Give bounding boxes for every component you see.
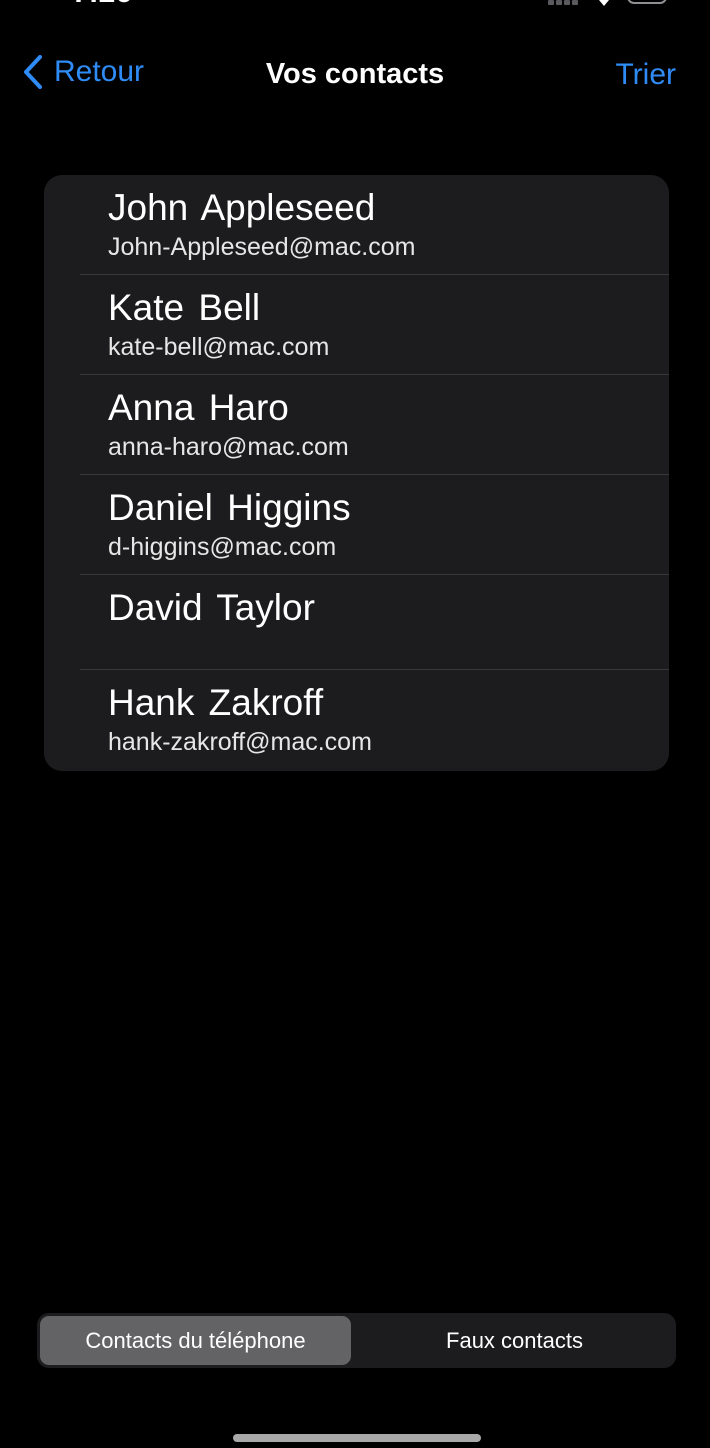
contact-row-kate-bell[interactable]: Kate Bell kate-bell@mac.com — [44, 275, 669, 375]
sort-button[interactable]: Trier — [615, 58, 676, 92]
battery-icon — [627, 0, 667, 4]
contact-row-anna-haro[interactable]: Anna Haro anna-haro@mac.com — [44, 375, 669, 475]
contact-email: kate-bell@mac.com — [108, 333, 330, 361]
wifi-icon — [599, 0, 609, 6]
contact-row-hank-zakroff[interactable]: Hank Zakroff hank-zakroff@mac.com — [44, 670, 669, 770]
contacts-source-segmented-control: Contacts du téléphone Faux contacts — [37, 1313, 676, 1368]
contact-name: John Appleseed — [108, 187, 376, 228]
contact-name: Anna Haro — [108, 387, 289, 428]
status-bar: 7:26 — [0, 0, 710, 14]
contact-name: Daniel Higgins — [108, 487, 351, 528]
contact-row-john-appleseed[interactable]: John Appleseed John-Appleseed@mac.com — [44, 175, 669, 275]
segment-fake-contacts[interactable]: Faux contacts — [357, 1316, 672, 1365]
segment-phone-contacts[interactable]: Contacts du téléphone — [40, 1316, 351, 1365]
status-time: 7:26 — [72, 0, 132, 10]
home-indicator[interactable] — [233, 1434, 481, 1442]
page-title: Vos contacts — [265, 58, 445, 90]
contact-email: John-Appleseed@mac.com — [108, 233, 416, 261]
contact-name: Hank Zakroff — [108, 682, 324, 723]
contact-name: Kate Bell — [108, 287, 261, 328]
contact-row-daniel-higgins[interactable]: Daniel Higgins d-higgins@mac.com — [44, 475, 669, 575]
contacts-list: John Appleseed John-Appleseed@mac.com Ka… — [44, 175, 669, 771]
cellular-signal-icon — [548, 0, 578, 5]
contact-row-david-taylor[interactable]: David Taylor — [44, 575, 669, 670]
contact-email: hank-zakroff@mac.com — [108, 728, 372, 756]
contact-email: anna-haro@mac.com — [108, 433, 349, 461]
navigation-bar: Retour Vos contacts Trier — [0, 44, 710, 104]
contact-email: d-higgins@mac.com — [108, 533, 337, 561]
contact-name: David Taylor — [108, 587, 315, 628]
